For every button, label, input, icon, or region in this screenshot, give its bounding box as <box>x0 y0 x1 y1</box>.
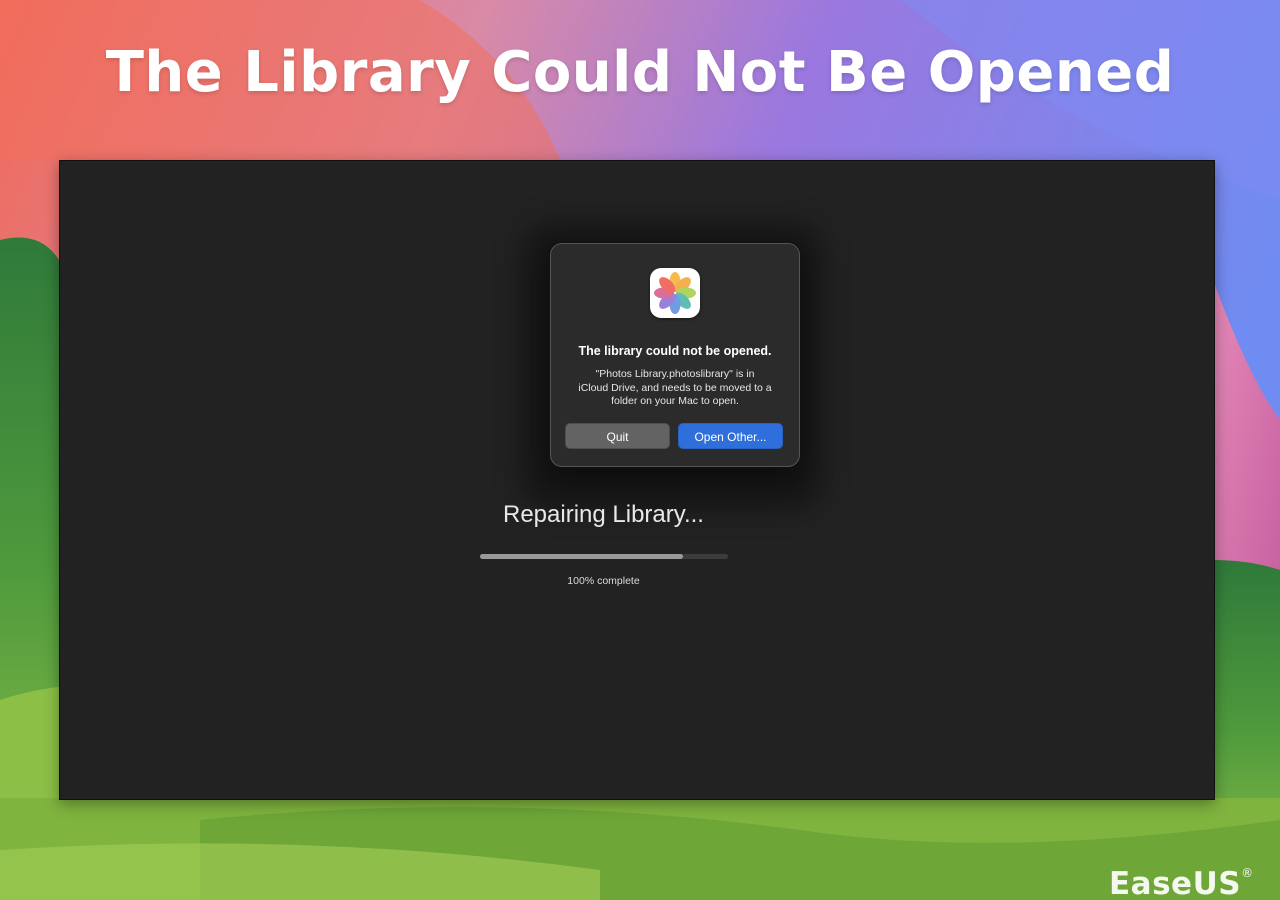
progress-status-text: 100% complete <box>567 575 640 587</box>
quit-button[interactable]: Quit <box>565 423 670 449</box>
dialog-message-line: iCloud Drive, and needs to be moved to a <box>578 381 772 394</box>
repairing-library-title: Repairing Library... <box>503 501 704 528</box>
registered-mark: ® <box>1241 865 1254 880</box>
open-other-button[interactable]: Open Other... <box>678 423 783 449</box>
photos-app-window: The library could not be opened. "Photos… <box>59 160 1215 800</box>
dialog-title: The library could not be opened. <box>578 344 772 358</box>
page-headline: The Library Could Not Be Opened <box>105 40 1175 105</box>
dialog-message: "Photos Library.photoslibrary" is in iCl… <box>565 368 785 409</box>
alert-dialog: The library could not be opened. "Photos… <box>550 243 800 467</box>
watermark-brand: EaseUS <box>1109 866 1242 900</box>
dialog-message-line: folder on your Mac to open. <box>611 395 739 407</box>
repair-progress-bar <box>480 554 728 559</box>
dialog-message-line: "Photos Library.photoslibrary" is in <box>595 368 755 380</box>
easeus-watermark-logo: EaseUS® <box>1109 866 1254 900</box>
repair-progress-fill <box>480 554 684 559</box>
photos-app-icon <box>650 268 700 318</box>
